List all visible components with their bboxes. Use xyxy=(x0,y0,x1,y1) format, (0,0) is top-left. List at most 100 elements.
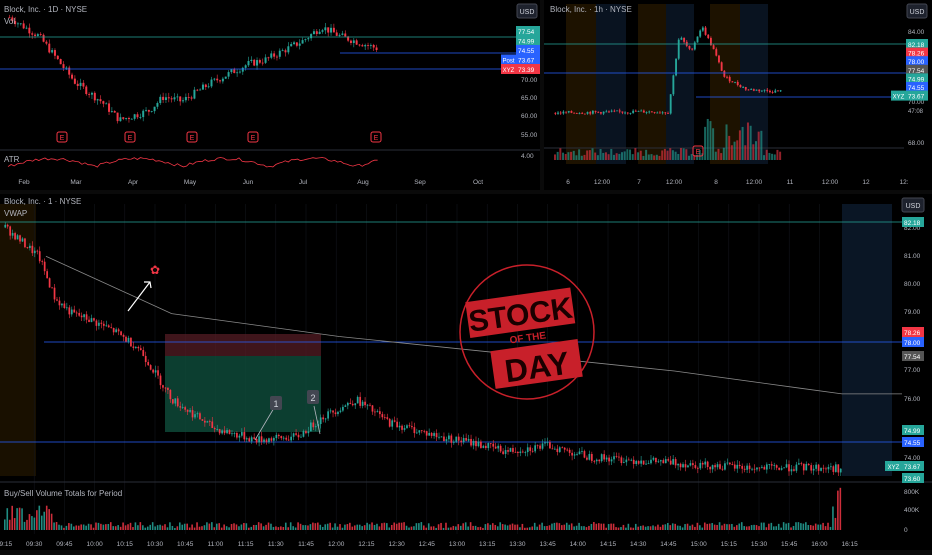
intraday-candle xyxy=(26,247,29,249)
intraday-candle xyxy=(630,459,633,461)
intraday-volume-bar xyxy=(418,523,420,530)
intraday-volume-bar xyxy=(617,527,620,530)
intraday-volume-bar xyxy=(302,525,304,530)
daily-candle xyxy=(48,43,51,53)
intraday-candle xyxy=(248,438,251,442)
daily-x-tick: Mar xyxy=(70,179,82,186)
intraday-candle xyxy=(319,417,322,425)
hourly-candle xyxy=(680,37,683,40)
intraday-volume-bar xyxy=(464,522,467,530)
intraday-candle xyxy=(174,398,177,404)
intraday-candle xyxy=(19,235,21,242)
intraday-volume-bar xyxy=(607,524,610,530)
intraday-x-tick: 09:15 xyxy=(0,541,13,548)
intraday-volume-bar xyxy=(637,526,640,530)
daily-chart[interactable]: Block, Inc. · 1D · NYSE Vol ATR USD 70.0… xyxy=(0,0,540,190)
intraday-candle xyxy=(334,412,337,415)
intraday-volume-bar xyxy=(289,522,292,530)
hourly-candle xyxy=(672,75,675,95)
intraday-volume-bar xyxy=(8,519,11,530)
intraday-candle xyxy=(354,403,357,406)
daily-candle xyxy=(102,101,105,104)
intraday-candle xyxy=(191,410,194,418)
hourly-candle xyxy=(613,110,616,112)
intraday-volume-bar xyxy=(777,523,780,530)
intraday-candle xyxy=(487,443,490,449)
earnings-marker-label: E xyxy=(251,135,256,142)
hourly-candle xyxy=(712,45,715,50)
daily-candle xyxy=(56,55,59,60)
intraday-candle xyxy=(830,466,832,468)
intraday-candle xyxy=(366,404,369,406)
intraday-volume-bar xyxy=(373,524,376,530)
daily-candle xyxy=(182,100,185,102)
intraday-volume-bar xyxy=(97,522,100,530)
intraday-volume-bar xyxy=(755,525,758,530)
intraday-candle xyxy=(391,420,394,427)
intraday-candle xyxy=(465,437,467,441)
daily-candle xyxy=(253,59,256,66)
intraday-candle xyxy=(761,466,763,468)
hourly-x-tick: 12:00 xyxy=(666,179,683,186)
intraday-candle xyxy=(659,460,662,462)
daily-candle xyxy=(344,33,347,37)
intraday-volume-bar xyxy=(600,523,603,530)
intraday-candle xyxy=(623,462,625,464)
intraday-candle xyxy=(33,250,36,254)
intraday-chart[interactable]: ✿ 1 2 STOCK OF THE DAY Block, Inc. · 1 ·… xyxy=(0,194,932,550)
intraday-candle xyxy=(388,418,391,427)
intraday-volume-bar xyxy=(314,523,317,530)
intraday-chart-panel[interactable]: ✿ 1 2 STOCK OF THE DAY Block, Inc. · 1 ·… xyxy=(0,194,932,550)
intraday-volume-bar xyxy=(437,524,440,530)
intraday-volume-bar xyxy=(292,526,294,530)
hourly-candle xyxy=(565,111,568,113)
daily-candle xyxy=(341,33,344,35)
intraday-candle xyxy=(290,436,293,441)
intraday-volume-bar xyxy=(23,521,26,530)
daily-candle xyxy=(73,78,76,84)
intraday-candle xyxy=(504,450,507,454)
daily-candle xyxy=(176,96,179,98)
hourly-chart[interactable]: Block, Inc. · 1h · NYSE USD 84.0080.0070… xyxy=(544,0,932,190)
daily-chart-panel[interactable]: Block, Inc. · 1D · NYSE Vol ATR USD 70.0… xyxy=(0,0,540,190)
price-tag-value: 74.55 xyxy=(904,440,921,447)
intraday-candle xyxy=(428,432,431,436)
hourly-volume-bar xyxy=(744,145,747,160)
vwap-label: VWAP xyxy=(4,209,27,218)
hourly-chart-panel[interactable]: Block, Inc. · 1h · NYSE USD 84.0080.0070… xyxy=(544,0,932,190)
intraday-volume-bar xyxy=(528,527,531,530)
intraday-volume-bar xyxy=(178,522,181,530)
intraday-candle xyxy=(171,399,174,404)
intraday-candle xyxy=(684,464,687,468)
intraday-volume-bar xyxy=(548,525,551,530)
hourly-candle xyxy=(774,90,777,93)
intraday-candle xyxy=(255,438,258,443)
earnings-marker-label: E xyxy=(190,135,195,142)
hourly-volume-bar xyxy=(712,128,715,160)
intraday-volume-bar xyxy=(644,526,647,530)
intraday-candle xyxy=(509,448,512,452)
intraday-volume-bar xyxy=(255,524,257,530)
intraday-x-tick: 14:45 xyxy=(660,541,677,548)
intraday-candle xyxy=(743,468,746,470)
hourly-candle xyxy=(626,112,629,114)
intraday-volume-bar xyxy=(80,524,83,530)
intraday-candle xyxy=(704,461,707,465)
daily-y-tick: 60.00 xyxy=(521,113,538,120)
intraday-volume-bar xyxy=(580,526,583,530)
volume-y-tick: 0 xyxy=(904,527,908,534)
hourly-candle xyxy=(559,112,562,114)
intraday-candle xyxy=(68,307,71,315)
daily-candle xyxy=(184,96,187,101)
intraday-candle xyxy=(418,430,421,433)
session-shade xyxy=(566,4,596,164)
intraday-candle xyxy=(263,439,265,442)
intraday-volume-bar xyxy=(790,527,792,530)
hourly-volume-bar xyxy=(714,151,717,160)
hourly-volume-bar xyxy=(642,155,645,160)
intraday-volume-bar xyxy=(215,523,218,530)
intraday-volume-bar xyxy=(674,523,676,530)
intraday-volume-bar xyxy=(467,526,469,530)
hourly-volume-bar xyxy=(779,151,782,160)
intraday-candle xyxy=(489,443,492,444)
